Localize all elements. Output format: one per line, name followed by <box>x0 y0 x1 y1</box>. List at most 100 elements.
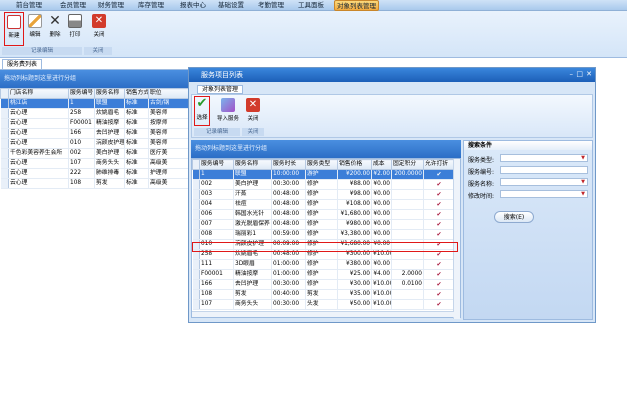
table-row[interactable]: 云心理 010 浣颜皮护理 标准 美容师 <box>0 138 191 149</box>
table-cell: 10:00:00 <box>271 169 306 180</box>
table-cell: 标准 <box>124 98 149 109</box>
edit-button[interactable]: 编辑 <box>26 14 44 38</box>
col-store-name[interactable]: 门店名称 <box>8 88 69 99</box>
row-indicator[interactable] <box>192 199 200 210</box>
col-service-name[interactable]: 服务名称 <box>233 159 272 170</box>
table-row[interactable]: 云心理 F00001 精油按摩 标准 按摩师 <box>0 118 191 129</box>
table-cell: 3D眼眉 <box>233 259 272 270</box>
row-indicator[interactable] <box>192 219 200 230</box>
import-service-button[interactable]: 导入服务 <box>216 98 240 122</box>
print-button[interactable]: 打印 <box>66 14 84 38</box>
menu-member[interactable]: 会员管理 <box>58 1 88 10</box>
col-position[interactable]: 职位 <box>148 88 191 99</box>
close-icon: ✕ <box>92 14 106 28</box>
new-button[interactable]: 新建 <box>4 12 24 46</box>
table-row[interactable]: 云心理 258 炊姚眉毛 标准 美容师 <box>0 108 191 119</box>
col-duration[interactable]: 服务时长 <box>271 159 306 170</box>
window-close-icon[interactable]: ✕ <box>586 70 592 78</box>
menu-reports[interactable]: 报表中心 <box>178 1 208 10</box>
minimize-icon[interactable]: – <box>570 70 574 78</box>
table-cell: F00001 <box>68 118 95 129</box>
table-row[interactable]: 008 瑞丽彩1 00:59:00 修护 ¥3,380.00 ¥0.00 ✔ <box>192 229 455 240</box>
row-indicator[interactable] <box>0 98 9 109</box>
close-button[interactable]: ✕ 关闭 <box>90 14 108 38</box>
service-name-input[interactable]: ▼ <box>500 178 588 186</box>
col-price[interactable]: 销售价格 <box>337 159 372 170</box>
table-cell: ¥88.00 <box>337 179 372 190</box>
menu-object-list[interactable]: 对象列表管理 <box>334 0 379 11</box>
service-type-select[interactable]: ▼ <box>500 154 588 162</box>
delete-button[interactable]: ✕ 删除 <box>46 14 64 38</box>
table-cell: 1 <box>199 169 234 180</box>
edit-pencil-icon <box>28 14 42 28</box>
row-indicator[interactable] <box>192 209 200 220</box>
table-row[interactable]: 1 联盟 10:00:00 游护 ¥200.00 ¥2.00 200.0000 ✔ <box>192 169 455 180</box>
row-indicator[interactable] <box>192 289 200 300</box>
col-cost[interactable]: 成本 <box>371 159 392 170</box>
col-discount[interactable]: 允许打折 <box>423 159 455 170</box>
row-indicator[interactable] <box>192 259 200 270</box>
table-row[interactable]: 桃江店 1 联盟 标准 古剑/钢 <box>0 98 191 109</box>
table-row[interactable]: 云心理 108 剪发 标准 高级美 <box>0 178 191 189</box>
col-service-id[interactable]: 服务编号 <box>68 88 95 99</box>
row-indicator[interactable] <box>0 128 9 139</box>
select-button[interactable]: ✔ 选择 <box>194 96 210 126</box>
dialog-close-button[interactable]: ✕ 关闭 <box>244 98 262 122</box>
maximize-icon[interactable]: □ <box>576 70 583 78</box>
table-row[interactable]: 云心理 107 商务头头 标准 高级美 <box>0 158 191 169</box>
menu-tools[interactable]: 工具面板 <box>296 1 326 10</box>
import-icon <box>221 98 235 112</box>
table-cell: ¥4.00 <box>371 269 392 280</box>
table-row[interactable]: 千色彩美容养生会所 002 美白护理 标准 医疗美 <box>0 148 191 159</box>
row-indicator[interactable] <box>192 229 200 240</box>
menu-inventory[interactable]: 库存管理 <box>136 1 166 10</box>
row-indicator[interactable] <box>0 158 9 169</box>
table-row[interactable]: F00001 精油按摩 01:00:00 修护 ¥25.00 ¥4.00 2.0000 ✔ <box>192 269 455 280</box>
table-row[interactable]: 107 商务头头 00:30:00 头发 ¥50.00 ¥10.00 ✔ <box>192 299 455 310</box>
row-indicator[interactable] <box>192 299 200 310</box>
search-button[interactable]: 搜索(E) <box>494 211 534 223</box>
dialog-tab-object-list[interactable]: 对象列表管理 <box>197 85 243 94</box>
table-row[interactable]: 108 剪发 00:40:00 剪发 ¥35.00 ¥10.00 ✔ <box>192 289 455 300</box>
row-indicator[interactable] <box>192 269 200 280</box>
row-indicator[interactable] <box>0 148 9 159</box>
service-name-label: 服务名称: <box>468 181 495 188</box>
table-cell: 01:00:00 <box>271 259 306 270</box>
menu-finance[interactable]: 财务管理 <box>96 1 126 10</box>
table-row[interactable]: 云心理 166 去凹护理 标准 美容师 <box>0 128 191 139</box>
menu-attendance[interactable]: 考勤管理 <box>256 1 286 10</box>
table-row[interactable]: 006 韩国水光针 00:48:00 修护 ¥1,680.00 ¥0.00 ✔ <box>192 209 455 220</box>
row-indicator[interactable] <box>192 189 200 200</box>
col-sale-method[interactable]: 销售方式 <box>124 88 149 99</box>
vertical-scrollbar[interactable] <box>453 159 460 319</box>
row-indicator[interactable] <box>192 169 200 180</box>
col-service-name[interactable]: 服务名称 <box>94 88 125 99</box>
table-cell: 修护 <box>305 199 338 210</box>
col-service-type[interactable]: 服务类型 <box>305 159 338 170</box>
table-row[interactable]: 166 去凹护理 00:30:00 修护 ¥30.00 ¥10.00 0.0100 ✔ <box>192 279 455 290</box>
table-row[interactable]: 云心理 222 肺维排毒 标准 护理师 <box>0 168 191 179</box>
menu-front-desk[interactable]: 前台管理 <box>14 1 44 10</box>
table-row[interactable]: 007 激光脱眉保养 00:48:00 修护 ¥980.00 ¥0.00 ✔ <box>192 219 455 230</box>
modified-time-from[interactable]: ▼ <box>500 190 588 198</box>
table-row[interactable]: 002 美白护理 00:30:00 修护 ¥88.00 ¥0.00 ✔ <box>192 179 455 190</box>
menu-basic-settings[interactable]: 基础设置 <box>216 1 246 10</box>
row-indicator[interactable] <box>0 108 9 119</box>
row-indicator[interactable] <box>0 178 9 189</box>
table-row[interactable]: 111 3D眼眉 01:00:00 修护 ¥380.00 ¥0.00 ✔ <box>192 259 455 270</box>
col-service-id[interactable]: 服务编号 <box>199 159 234 170</box>
row-indicator[interactable] <box>0 138 9 149</box>
horizontal-scrollbar[interactable] <box>192 311 454 317</box>
row-indicator[interactable] <box>192 179 200 190</box>
table-cell: F00001 <box>199 269 234 280</box>
table-row[interactable]: 004 祛痘 00:48:00 修护 ¥108.00 ¥0.00 ✔ <box>192 199 455 210</box>
row-indicator[interactable] <box>0 168 9 179</box>
tab-service-fee-list[interactable]: 服务费列表 <box>2 59 42 69</box>
col-points[interactable]: 固定积分 <box>391 159 424 170</box>
table-row[interactable]: 003 汗蒸 00:48:00 修护 ¥98.00 ¥0.00 ✔ <box>192 189 455 200</box>
service-id-input[interactable] <box>500 166 588 174</box>
table-cell: 云心理 <box>8 108 69 119</box>
table-cell: 剪发 <box>305 289 338 300</box>
row-indicator[interactable] <box>0 118 9 129</box>
row-indicator[interactable] <box>192 279 200 290</box>
